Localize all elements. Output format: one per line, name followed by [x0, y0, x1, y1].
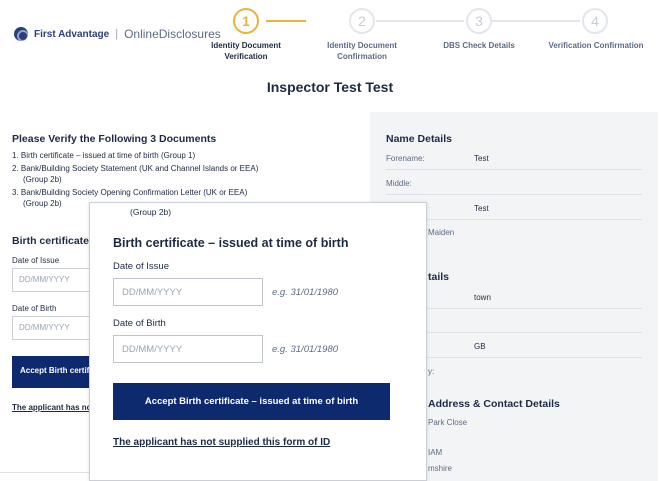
surname-value: Test [474, 204, 489, 213]
date-of-issue-input[interactable] [113, 278, 263, 306]
maiden-label: Maiden [428, 228, 455, 237]
step-1-label-line2: Verification [224, 52, 268, 61]
date-of-birth-hint: e.g. 31/01/1980 [272, 344, 339, 355]
forename-value: Test [474, 154, 489, 163]
forename-label: Forename: [386, 154, 425, 163]
verify-document-modal: (Group 2b) Birth certificate – issued at… [89, 202, 427, 481]
date-of-birth-label: Date of Birth [113, 318, 166, 329]
step-4-circle: 4 [582, 8, 608, 34]
logo-separator: | [115, 28, 119, 40]
date-of-birth-input[interactable] [113, 335, 263, 363]
middle-label: Middle: [386, 179, 412, 188]
step-connector-active [266, 20, 306, 22]
address-line2: IAM [428, 448, 443, 457]
step-2-label-line2: Confirmation [337, 52, 387, 61]
document-1-text: 1. Birth certificate – issued at time of… [12, 151, 196, 160]
bg-dob-label: Date of Birth [12, 304, 57, 313]
partial-label: y: [428, 367, 435, 376]
step-connector-3 [492, 20, 580, 22]
step-4-label: Verification Confirmation [548, 41, 644, 50]
list-item: 2. Bank/Building Society Statement (UK a… [12, 163, 362, 185]
date-of-issue-label: Date of Issue [113, 261, 169, 272]
page-title: Inspector Test Test [266, 79, 394, 95]
details-title: tails [428, 271, 450, 283]
progress-stepper: 1 2 3 4 Identity Document Verification I… [200, 5, 660, 65]
step-2-circle: 2 [349, 8, 375, 34]
document-3-text: 3. Bank/Building Society Opening Confirm… [12, 188, 248, 197]
step-2-label: Identity Document Confirmation [312, 40, 412, 62]
list-item: 1. Birth certificate – issued at time of… [12, 150, 362, 161]
address-line3: mshire [428, 464, 453, 473]
bg-section-title: Birth certificate [12, 235, 90, 247]
step-connector-2 [376, 20, 464, 22]
bg-date-issue-label: Date of Issue [12, 256, 60, 265]
documents-to-verify: Please Verify the Following 3 Documents … [12, 133, 362, 211]
country-value: GB [474, 342, 486, 351]
step-3-circle: 3 [466, 8, 492, 34]
logo-brand-text: First Advantage [34, 28, 110, 40]
step-1-circle: 1 [233, 8, 259, 34]
row-divider [386, 194, 642, 195]
modal-title: Birth certificate – issued at time of bi… [113, 236, 349, 250]
document-2-text: 2. Bank/Building Society Statement (UK a… [12, 164, 259, 173]
name-details-title: Name Details [386, 133, 452, 145]
modal-group-note: (Group 2b) [130, 207, 172, 217]
town-value: town [474, 293, 491, 302]
step-3-label: DBS Check Details [443, 41, 515, 50]
documents-heading: Please Verify the Following 3 Documents [12, 133, 217, 145]
logo-globe-icon [14, 27, 28, 41]
bg-accept-button[interactable]: Accept Birth certificate [12, 356, 97, 388]
address-title: Address & Contact Details [428, 398, 560, 410]
address-line1: Park Close [428, 418, 468, 427]
brand-logo[interactable]: First Advantage | OnlineDisclosures [14, 27, 221, 41]
accept-document-button[interactable]: Accept Birth certificate – issued at tim… [113, 383, 390, 420]
documents-list: 1. Birth certificate – issued at time of… [12, 150, 362, 209]
bg-dob-input[interactable]: DD/MM/YYYY [12, 316, 97, 340]
date-of-issue-hint: e.g. 31/01/1980 [272, 287, 339, 298]
not-supplied-link[interactable]: The applicant has not supplied this form… [113, 437, 330, 448]
row-divider [386, 169, 642, 170]
bg-date-issue-input[interactable]: DD/MM/YYYY [12, 268, 97, 292]
step-1-label: Identity Document Verification [196, 40, 296, 62]
step-1-label-line1: Identity Document [211, 41, 281, 50]
document-2-group: (Group 2b) [23, 175, 62, 184]
step-2-label-line1: Identity Document [327, 41, 397, 50]
